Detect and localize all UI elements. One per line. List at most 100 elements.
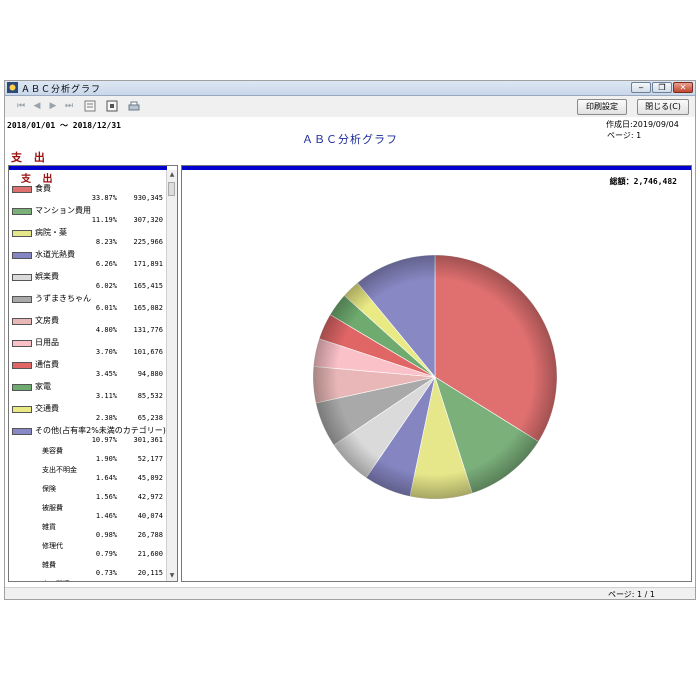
close-window-button[interactable]: ✕ [673, 82, 693, 93]
report-page: 2018/01/01 ～ 2018/12/31 ＡＢＣ分析グラフ 作成日:201… [5, 117, 695, 587]
sub-list-item[interactable]: 被服費 1.46% 40,074 [9, 503, 167, 522]
scroll-up-icon[interactable]: ▲ [167, 170, 177, 180]
sub-category-value: 45,092 [137, 474, 163, 482]
fit-page-icon[interactable] [84, 100, 96, 112]
sub-category-value: 52,177 [137, 455, 163, 463]
next-page-icon[interactable]: ▶ [47, 100, 59, 112]
sub-category-percent: 1.90% [95, 455, 117, 463]
sub-category-name: 被服費 [42, 504, 63, 512]
chart-panel: 総額：2,746,482 [181, 165, 692, 582]
first-page-icon[interactable]: ⏮ [15, 100, 27, 112]
sub-category-percent: 0.79% [95, 550, 117, 558]
prev-page-icon[interactable]: ◀ [31, 100, 43, 112]
category-percent: 11.19% [91, 216, 117, 224]
category-name: その他(占有率2%未満のカテゴリー) [35, 426, 166, 435]
sub-category-percent: 0.98% [95, 531, 117, 539]
sub-category-name: 美容費 [42, 447, 63, 455]
category-name: 文房費 [35, 316, 59, 325]
sub-category-value: 40,074 [137, 512, 163, 520]
list-item[interactable]: 食費 33.87% 930,345 [9, 182, 167, 204]
sub-category-name: ネコ関連 [42, 579, 70, 581]
sub-list-item[interactable]: 修理代 0.79% 21,600 [9, 541, 167, 560]
toolbar: ⏮ ◀ ▶ ⏭ 印刷設定 閉じる(C) [5, 96, 695, 117]
scroll-thumb[interactable] [168, 182, 175, 196]
category-percent: 3.45% [95, 370, 117, 378]
list-scrollbar[interactable]: ▲ ▼ [166, 170, 177, 581]
color-swatch [12, 406, 32, 413]
category-name: 通信費 [35, 360, 59, 369]
category-value: 65,238 [137, 414, 163, 422]
sub-list-item[interactable]: 保険 1.56% 42,972 [9, 484, 167, 503]
sub-category-percent: 1.64% [95, 474, 117, 482]
color-swatch [12, 208, 32, 215]
last-page-icon[interactable]: ⏭ [63, 100, 75, 112]
category-percent: 3.11% [95, 392, 117, 400]
list-item[interactable]: 文房費 4.80% 131,776 [9, 314, 167, 336]
sub-category-value: 21,600 [137, 550, 163, 558]
color-swatch [12, 340, 32, 347]
list-item[interactable]: 水道光熱費 6.26% 171,891 [9, 248, 167, 270]
category-value: 165,415 [133, 282, 163, 290]
restore-button[interactable]: ❐ [652, 82, 672, 93]
title-bar[interactable]: ＡＢＣ分析グラフ ‒ ❐ ✕ [5, 81, 695, 96]
category-name: 交通費 [35, 404, 59, 413]
sub-category-percent: 1.56% [95, 493, 117, 501]
minimize-button[interactable]: ‒ [631, 82, 651, 93]
sub-category-name: 雑貨 [42, 523, 56, 531]
list-item[interactable]: マンション費用 11.19% 307,320 [9, 204, 167, 226]
sub-list-item[interactable]: 支出不明金 1.64% 45,092 [9, 465, 167, 484]
category-value: 225,966 [133, 238, 163, 246]
pie-shading [313, 255, 557, 499]
color-swatch [12, 296, 32, 303]
list-item[interactable]: 家電 3.11% 85,532 [9, 380, 167, 402]
category-percent: 3.70% [95, 348, 117, 356]
category-value: 301,361 [133, 436, 163, 444]
sub-category-value: 26,788 [137, 531, 163, 539]
sub-category-value: 20,115 [137, 569, 163, 577]
list-item[interactable]: 通信費 3.45% 94,880 [9, 358, 167, 380]
category-name: マンション費用 [35, 206, 91, 215]
sub-category-percent: 1.46% [95, 512, 117, 520]
category-value: 171,891 [133, 260, 163, 268]
print-settings-button[interactable]: 印刷設定 [577, 99, 627, 115]
category-name: 日用品 [35, 338, 59, 347]
total-amount: 総額：2,746,482 [609, 177, 677, 186]
list-item[interactable]: その他(占有率2%未満のカテゴリー) 10.97% 301,361 [9, 424, 167, 446]
close-button[interactable]: 閉じる(C) [637, 99, 689, 115]
color-swatch [12, 428, 32, 435]
report-title: ＡＢＣ分析グラフ [302, 133, 398, 146]
list-item[interactable]: うずまきちゃん 6.01% 165,082 [9, 292, 167, 314]
color-swatch [12, 252, 32, 259]
color-swatch [12, 384, 32, 391]
sub-list-item[interactable]: 美容費 1.90% 52,177 [9, 446, 167, 465]
report-window: ＡＢＣ分析グラフ ‒ ❐ ✕ ⏮ ◀ ▶ ⏭ 印刷設定 閉じる(C) 2018/… [4, 80, 696, 600]
category-percent: 6.02% [95, 282, 117, 290]
category-name: うずまきちゃん [35, 294, 91, 303]
sub-list-item[interactable]: 雑費 0.73% 20,115 [9, 560, 167, 579]
sub-list-item[interactable]: ネコ関連 [9, 579, 167, 581]
sub-category-value: 42,972 [137, 493, 163, 501]
list-item[interactable]: 病院・薬 8.23% 225,966 [9, 226, 167, 248]
list-item[interactable]: 娯楽費 6.02% 165,415 [9, 270, 167, 292]
color-swatch [12, 186, 32, 193]
category-percent: 10.97% [91, 436, 117, 444]
scroll-down-icon[interactable]: ▼ [167, 571, 177, 581]
category-name: 家電 [35, 382, 51, 391]
list-item[interactable]: 交通費 2.38% 65,238 [9, 402, 167, 424]
category-value: 930,345 [133, 194, 163, 202]
category-name: 水道光熱費 [35, 250, 75, 259]
category-list[interactable]: 食費 33.87% 930,345 マンション費用 11.19% 307,320 病院・薬 8… [9, 182, 167, 581]
blue-divider [182, 166, 691, 170]
sub-list-item[interactable]: 雑貨 0.98% 26,788 [9, 522, 167, 541]
sub-category-name: 支出不明金 [42, 466, 77, 474]
section-label: 支 出 [11, 151, 49, 164]
category-percent: 6.26% [95, 260, 117, 268]
report-meta: 作成日:2019/09/04 ページ: 1 [606, 119, 686, 141]
zoom-icon[interactable] [106, 100, 118, 112]
sub-category-percent: 0.73% [95, 569, 117, 577]
color-swatch [12, 318, 32, 325]
category-name: 娯楽費 [35, 272, 59, 281]
print-icon[interactable] [128, 100, 140, 112]
category-percent: 33.87% [91, 194, 117, 202]
list-item[interactable]: 日用品 3.70% 101,676 [9, 336, 167, 358]
